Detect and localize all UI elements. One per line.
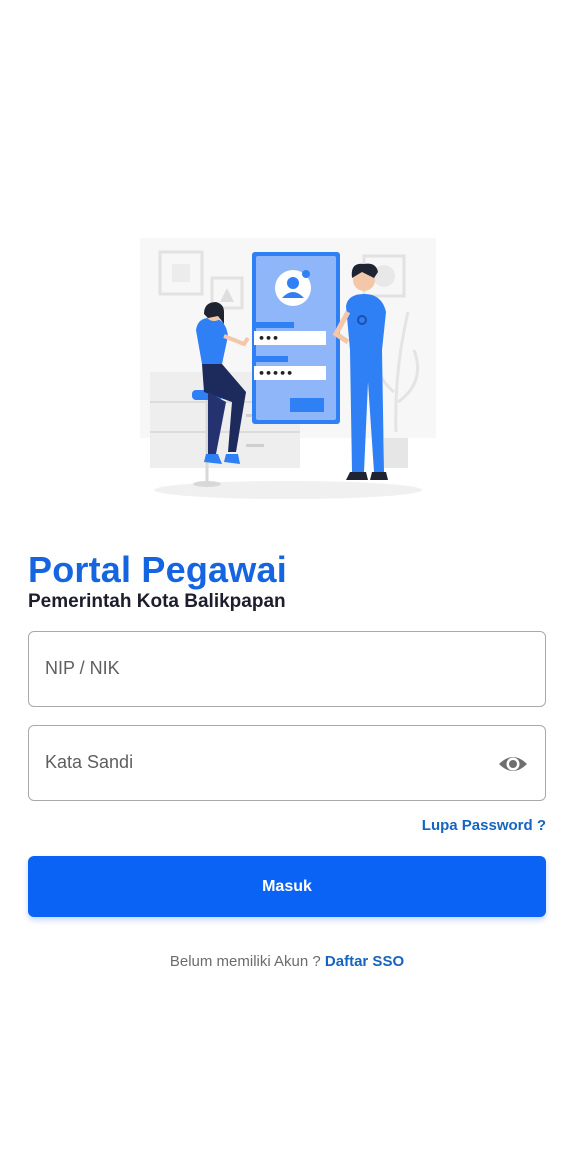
- wall-frame-inner: [172, 264, 190, 282]
- nip-field[interactable]: [28, 631, 546, 707]
- eye-icon[interactable]: [497, 748, 529, 780]
- register-link[interactable]: Daftar SSO: [325, 953, 404, 970]
- register-prompt: Belum memiliki Akun ? Daftar SSO: [0, 953, 574, 970]
- illustration-button: [290, 398, 324, 412]
- login-page: ••• ••••• Portal Pegawai Pemerintah Kota…: [0, 0, 574, 1176]
- illustration-pin-dots: •••: [258, 332, 279, 345]
- page-subtitle: Pemerintah Kota Balikpapan: [28, 591, 286, 612]
- login-button[interactable]: Masuk: [28, 856, 546, 917]
- password-field[interactable]: [28, 725, 546, 801]
- page-title: Portal Pegawai: [28, 549, 287, 590]
- woman-shirt: [196, 317, 228, 364]
- login-illustration: ••• •••••: [140, 238, 436, 499]
- nip-input[interactable]: [45, 632, 485, 704]
- register-prompt-text: Belum memiliki Akun ?: [169, 953, 325, 970]
- forgot-password-link[interactable]: Lupa Password ?: [422, 817, 546, 834]
- illustration-password-dots: •••••: [258, 367, 293, 380]
- password-input[interactable]: [45, 726, 485, 798]
